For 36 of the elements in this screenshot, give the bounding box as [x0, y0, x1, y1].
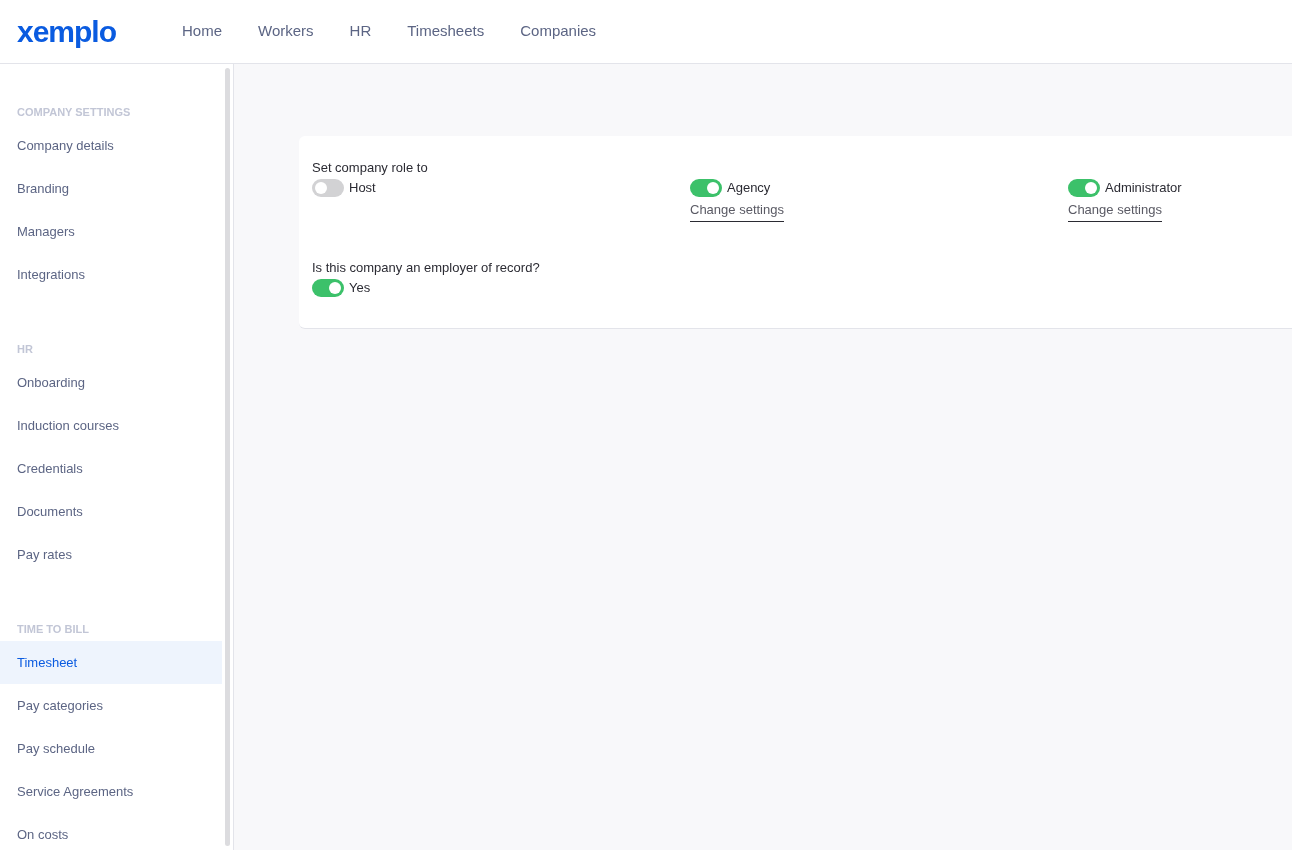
sidebar-item[interactable]: Service Agreements	[0, 770, 222, 813]
toggle-switch[interactable]	[690, 178, 722, 197]
toggle-label: Yes	[349, 278, 371, 297]
sidebar-item[interactable]: Onboarding	[0, 361, 222, 404]
section-heading: TIME TO BILL	[16, 622, 90, 637]
sidebar-item[interactable]: Induction courses	[0, 404, 222, 447]
nav-link[interactable]: Timesheets	[407, 20, 485, 43]
sidebar-item[interactable]: Pay rates	[0, 533, 222, 576]
sidebar-item[interactable]: Documents	[0, 490, 222, 533]
sidebar-item[interactable]: Pay categories	[0, 684, 222, 727]
sidebar-item[interactable]: On costs	[0, 813, 222, 850]
sidebar-item[interactable]: Timesheet	[0, 641, 222, 684]
toggle-label: Host	[349, 178, 376, 197]
section-heading: HR	[16, 342, 34, 357]
sidebar-item[interactable]: Integrations	[0, 253, 222, 296]
nav-link[interactable]: Home	[182, 20, 222, 43]
toggle-label: Administrator	[1105, 178, 1182, 197]
scrollbar[interactable]	[225, 68, 230, 846]
section-heading: COMPANY SETTINGS	[16, 105, 132, 120]
change-settings-link[interactable]: Change settings	[690, 199, 784, 222]
toggle-label: Agency	[727, 178, 771, 197]
sidebar-item[interactable]: Company details	[0, 124, 222, 167]
logo[interactable]: xemplo	[17, 16, 182, 47]
nav-link[interactable]: HR	[349, 20, 372, 43]
toggle-switch[interactable]	[1068, 178, 1100, 197]
toggle-switch[interactable]	[312, 178, 344, 197]
nav-link[interactable]: Companies	[520, 20, 597, 43]
change-settings-link[interactable]: Change settings	[1068, 199, 1162, 222]
toggle-switch[interactable]	[312, 278, 344, 297]
field-label: Is this company an employer of record?	[312, 259, 541, 277]
sidebar-item[interactable]: Managers	[0, 210, 222, 253]
sidebar-item[interactable]: Credentials	[0, 447, 222, 490]
nav-link[interactable]: Workers	[258, 20, 314, 43]
sidebar-item[interactable]: Branding	[0, 167, 222, 210]
sidebar-item[interactable]: Pay schedule	[0, 727, 222, 770]
field-label: Set company role to	[312, 159, 429, 177]
